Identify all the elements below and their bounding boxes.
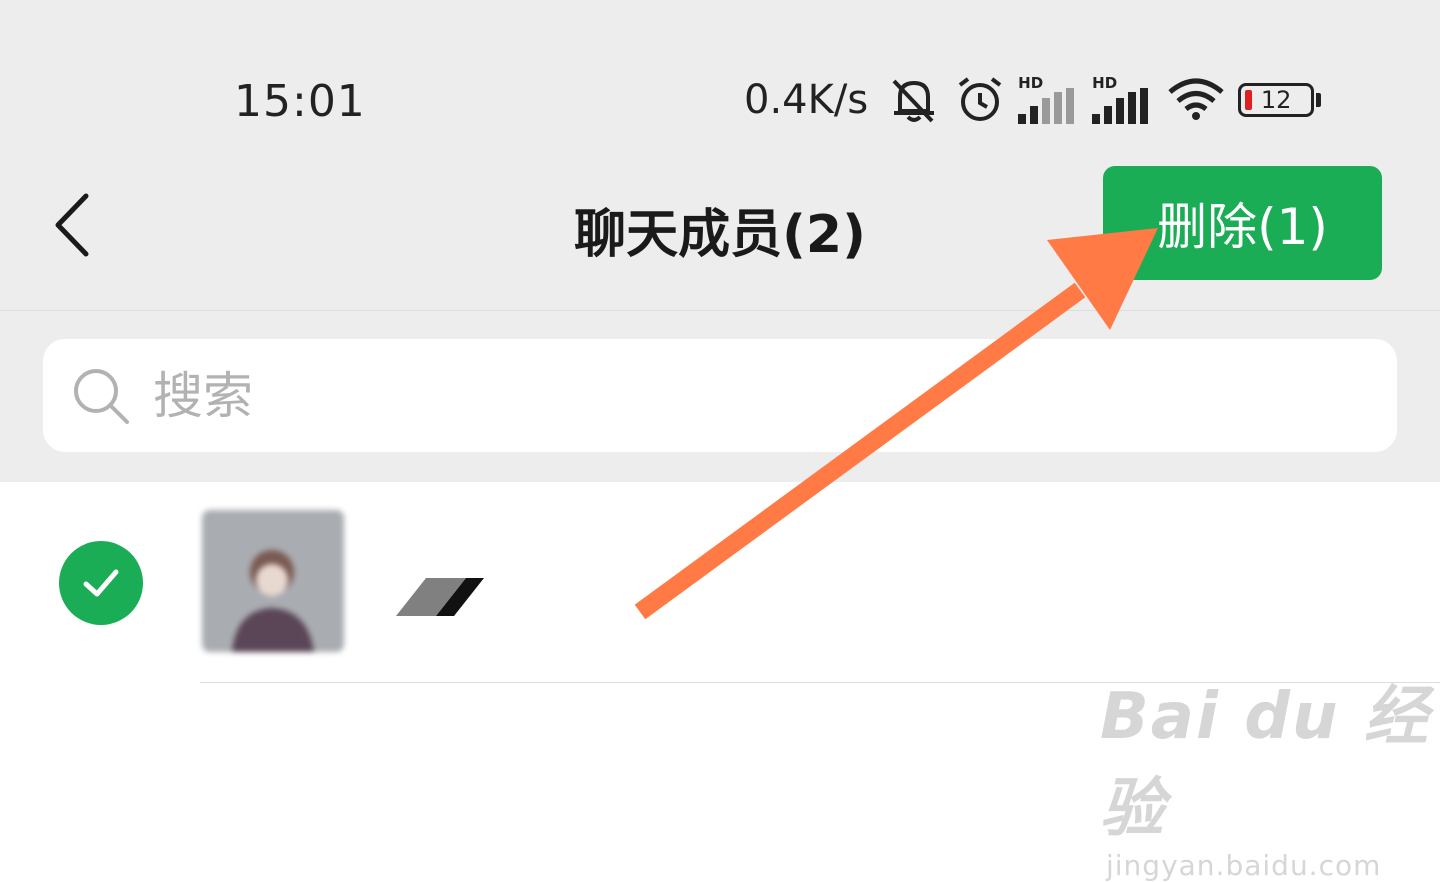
signal-icon: HD bbox=[1018, 76, 1080, 124]
member-name-glyph bbox=[396, 578, 484, 616]
network-speed: 0.4K/s bbox=[744, 77, 869, 123]
battery-level: 12 bbox=[1260, 86, 1292, 114]
mute-bell-icon bbox=[892, 79, 935, 123]
status-time: 15:01 bbox=[234, 76, 366, 127]
search-icon bbox=[74, 368, 129, 424]
watermark: Bai du 经验 jingyan.baidu.com bbox=[1100, 665, 1440, 882]
delete-button[interactable]: 删除(1) bbox=[1103, 166, 1382, 280]
header-divider bbox=[0, 310, 1440, 311]
battery-icon: 12 bbox=[1238, 83, 1322, 117]
search-bar[interactable] bbox=[43, 339, 1397, 452]
alarm-icon bbox=[958, 77, 1002, 121]
chevron-left-icon bbox=[55, 193, 89, 257]
signal-icon: HD bbox=[1092, 76, 1154, 124]
row-divider bbox=[200, 682, 1440, 683]
watermark-url: jingyan.baidu.com bbox=[1106, 849, 1382, 882]
watermark-logo: Bai du 经验 bbox=[1100, 680, 1430, 846]
search-input[interactable] bbox=[151, 365, 1355, 426]
status-icons: 0.4K/s HD HD 12 bbox=[744, 72, 1322, 128]
selected-checkmark-icon[interactable] bbox=[59, 541, 143, 625]
member-row[interactable] bbox=[0, 482, 1440, 682]
wifi-icon bbox=[1168, 78, 1224, 120]
avatar bbox=[202, 510, 344, 652]
back-button[interactable] bbox=[48, 190, 98, 260]
